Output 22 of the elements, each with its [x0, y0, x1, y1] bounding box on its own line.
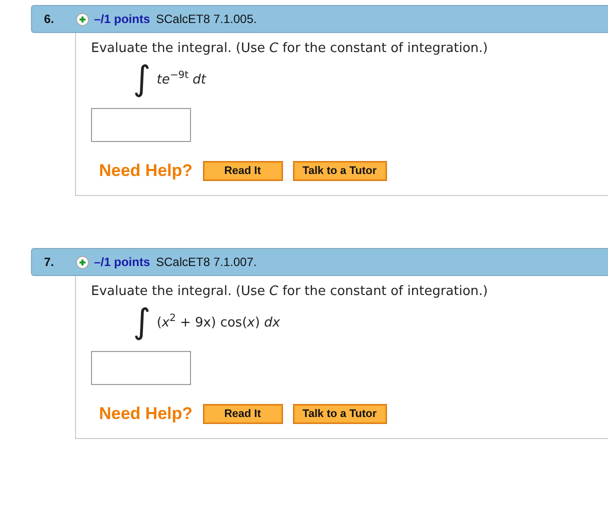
integral-sign: ∫ — [133, 305, 151, 339]
help-button[interactable]: Talk to a Tutor — [292, 404, 387, 424]
need-help-label: Need Help? — [99, 404, 193, 424]
integrand-expression: (x$^{2}$ + 9x) cos(x) dx — [156, 313, 280, 331]
question-number: 6. — [43, 12, 56, 26]
help-button[interactable]: Read It — [202, 161, 283, 181]
question-number: 7. — [43, 255, 56, 269]
instruction-text: Evaluate the integral. (Use C for the constant of integration.) — [91, 284, 489, 299]
help-button[interactable]: Read It — [202, 404, 283, 424]
help-button[interactable]: Talk to a Tutor — [292, 161, 387, 181]
need-help-label: Need Help? — [99, 161, 193, 181]
answer-field[interactable] — [91, 351, 191, 385]
points-link[interactable]: –/1 points — [94, 12, 150, 26]
add-icon[interactable] — [76, 256, 89, 268]
question-code: SCalcET8 7.1.005. — [156, 12, 257, 26]
question-code: SCalcET8 7.1.007. — [156, 255, 257, 269]
integral-sign: ∫ — [133, 62, 151, 96]
integrand-expression: te$^{−9t}$ dt — [156, 70, 206, 88]
instruction-text: Evaluate the integral. (Use C for the constant of integration.) — [91, 41, 489, 56]
answer-field[interactable] — [91, 108, 191, 142]
points-link[interactable]: –/1 points — [94, 255, 150, 269]
add-icon[interactable] — [76, 12, 89, 26]
